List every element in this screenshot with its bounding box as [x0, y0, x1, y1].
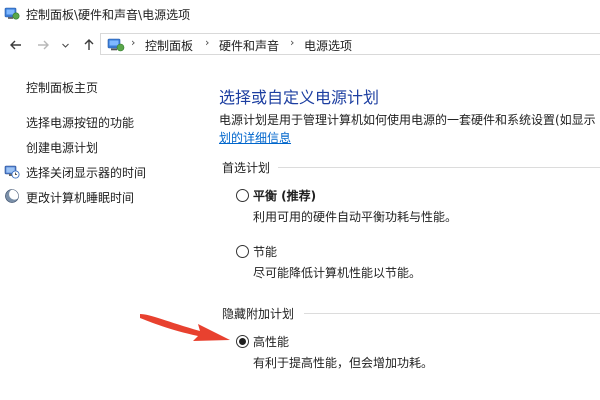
plan-desc-high-performance: 有利于提高性能，但会增加功耗。 [253, 356, 434, 370]
back-arrow-icon [10, 40, 21, 50]
control-panel-icon [4, 7, 20, 20]
radio-balanced[interactable] [236, 189, 249, 202]
group-divider [304, 313, 600, 314]
group-label-preferred: 首选计划 [222, 161, 271, 175]
monitor-clock-icon [4, 165, 20, 179]
breadcrumb-hardware-sound[interactable]: 硬件和声音 [219, 37, 279, 54]
plan-name-balanced[interactable]: 平衡 (推荐) [253, 187, 316, 204]
forward-arrow-icon [38, 40, 49, 50]
recent-locations-button[interactable] [59, 36, 71, 54]
title-bar: 控制面板\硬件和声音\电源选项 [0, 0, 600, 28]
page-title: 选择或自定义电源计划 [219, 88, 380, 107]
up-arrow-icon [84, 39, 94, 50]
window-title: 控制面板\硬件和声音\电源选项 [26, 8, 191, 22]
breadcrumb-separator-icon[interactable]: › [205, 36, 209, 49]
radio-high-performance[interactable] [236, 335, 249, 348]
page-description: 电源计划是用于管理计算机如何使用电源的一套硬件和系统设置(如显示 [219, 113, 596, 127]
breadcrumb-separator-icon[interactable]: › [131, 36, 135, 49]
sidebar-home-link[interactable]: 控制面板主页 [26, 79, 98, 96]
control-panel-icon [107, 38, 125, 52]
annotation-arrow-icon [140, 314, 230, 341]
radio-selected-dot [239, 338, 246, 345]
moon-icon [5, 188, 20, 203]
hide-additional-plans-toggle[interactable]: 隐藏附加计划 [222, 305, 294, 322]
forward-button[interactable] [34, 36, 52, 54]
back-button[interactable] [7, 36, 25, 54]
plan-desc-balanced: 利用可用的硬件自动平衡功耗与性能。 [253, 210, 458, 224]
main-content: 选择或自定义电源计划 电源计划是用于管理计算机如何使用电源的一套硬件和系统设置(… [205, 60, 600, 400]
chevron-down-icon [61, 43, 69, 48]
sidebar-item-display-off[interactable]: 选择关闭显示器的时间 [26, 164, 146, 181]
plan-name-power-saver[interactable]: 节能 [253, 243, 277, 260]
sidebar-item-create-plan[interactable]: 创建电源计划 [26, 139, 98, 156]
plan-name-high-performance[interactable]: 高性能 [253, 333, 289, 350]
breadcrumb-control-panel[interactable]: 控制面板 [145, 37, 193, 54]
up-button[interactable] [80, 36, 98, 54]
sidebar: 控制面板主页 选择电源按钮的功能 创建电源计划 选择关闭显示器的时间 更改计算机… [0, 60, 205, 400]
breadcrumb-separator-icon[interactable]: › [290, 36, 294, 49]
plan-desc-power-saver: 尽可能降低计算机性能以节能。 [253, 266, 422, 280]
sidebar-item-sleep-time[interactable]: 更改计算机睡眠时间 [26, 189, 134, 206]
group-divider [278, 167, 600, 168]
sidebar-item-power-button[interactable]: 选择电源按钮的功能 [26, 114, 134, 131]
plan-details-link[interactable]: 划的详细信息 [219, 129, 291, 146]
radio-power-saver[interactable] [236, 245, 249, 258]
breadcrumb-power-options[interactable]: 电源选项 [304, 37, 352, 54]
address-bar[interactable]: › 控制面板 › 硬件和声音 › 电源选项 [100, 33, 600, 55]
